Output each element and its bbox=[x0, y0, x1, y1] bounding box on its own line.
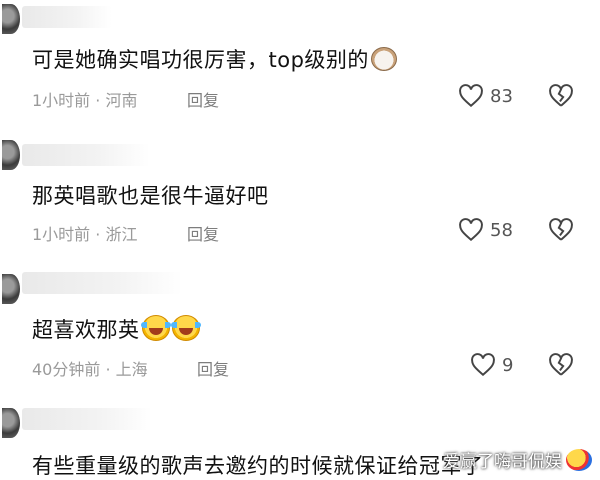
meta-separator: · bbox=[95, 91, 101, 110]
username-redacted[interactable] bbox=[22, 272, 182, 294]
meta-separator: · bbox=[105, 360, 111, 379]
comment-text-content: 那英唱歌也是很牛逼好吧 bbox=[32, 184, 269, 208]
avatar[interactable] bbox=[2, 408, 20, 438]
heart-outline-icon bbox=[459, 218, 483, 242]
dislike-button[interactable] bbox=[548, 84, 574, 112]
comment-location: 河南 bbox=[105, 91, 138, 110]
reply-button[interactable]: 回复 bbox=[187, 87, 219, 111]
comment-location: 上海 bbox=[115, 360, 148, 379]
broken-heart-icon bbox=[549, 218, 573, 241]
comment-time: 1小时前 bbox=[32, 225, 91, 244]
cat-emoji-icon bbox=[370, 47, 397, 71]
like-count: 83 bbox=[490, 85, 513, 107]
avatar[interactable] bbox=[2, 140, 20, 170]
comment-text-content: 有些重量级的歌声去邀约的时候就保证给冠军了 bbox=[32, 454, 484, 478]
username-redacted[interactable] bbox=[22, 6, 112, 28]
laugh-cry-emoji-icon bbox=[170, 315, 201, 341]
like-button[interactable]: 58 bbox=[458, 218, 513, 242]
comment-location: 浙江 bbox=[105, 225, 138, 244]
username-redacted[interactable] bbox=[22, 144, 150, 166]
comment-time: 1小时前 bbox=[32, 91, 91, 110]
like-count: 9 bbox=[502, 354, 514, 376]
comment-item: 那英唱歌也是很牛逼好吧 1小时前 · 浙江 回复 58 bbox=[0, 136, 600, 256]
comment-text-content: 超喜欢那英 bbox=[32, 318, 140, 342]
dislike-button[interactable] bbox=[548, 353, 574, 381]
dislike-button[interactable] bbox=[548, 218, 574, 246]
watermark-text: 爱赢了嗨哥侃娱 bbox=[443, 452, 562, 472]
reply-button[interactable]: 回复 bbox=[197, 356, 229, 380]
heart-outline-icon bbox=[459, 84, 483, 108]
laugh-cry-emoji-icon bbox=[140, 315, 171, 341]
meta-separator: · bbox=[95, 225, 101, 244]
avatar[interactable] bbox=[2, 274, 20, 304]
like-button[interactable]: 83 bbox=[458, 84, 513, 108]
watermark-logo-icon bbox=[566, 448, 592, 471]
heart-outline-icon bbox=[471, 353, 495, 377]
comment-item: 超喜欢那英 40分钟前 · 上海 回复 9 bbox=[0, 270, 600, 390]
like-count: 58 bbox=[490, 219, 513, 241]
like-button[interactable]: 9 bbox=[470, 353, 513, 377]
broken-heart-icon bbox=[549, 353, 573, 376]
comment-meta: 1小时前 · 浙江 bbox=[32, 221, 137, 245]
comment-meta: 1小时前 · 河南 bbox=[32, 87, 137, 111]
comment-time: 40分钟前 bbox=[32, 360, 101, 379]
comment-text: 可是她确实唱功很厉害，top级别的 bbox=[32, 44, 397, 74]
comment-text: 那英唱歌也是很牛逼好吧 bbox=[32, 180, 269, 210]
reply-button[interactable]: 回复 bbox=[187, 221, 219, 245]
broken-heart-icon bbox=[549, 84, 573, 107]
avatar[interactable] bbox=[2, 4, 20, 34]
username-redacted[interactable] bbox=[22, 408, 152, 430]
comment-item: 可是她确实唱功很厉害，top级别的 1小时前 · 河南 回复 83 bbox=[0, 0, 600, 120]
comment-text: 超喜欢那英 bbox=[32, 314, 201, 344]
watermark: 爱赢了嗨哥侃娱 bbox=[443, 447, 592, 472]
comment-meta: 40分钟前 · 上海 bbox=[32, 356, 148, 380]
comment-text-content: 可是她确实唱功很厉害，top级别的 bbox=[32, 48, 369, 72]
